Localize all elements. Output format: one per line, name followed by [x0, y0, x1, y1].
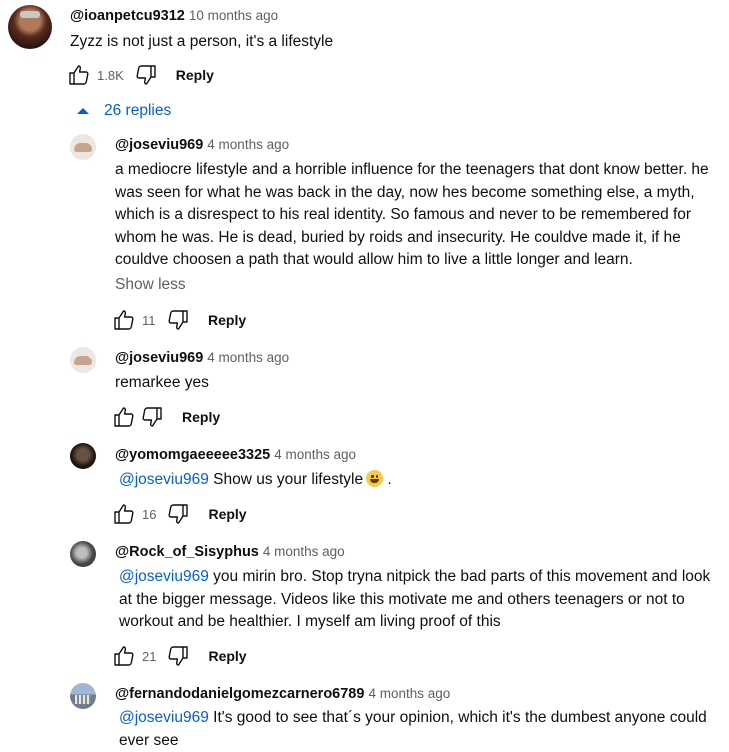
chevron-up-icon [77, 108, 89, 114]
timestamp[interactable]: 10 months ago [189, 8, 278, 23]
comment-header: @ioanpetcu9312 10 months ago [70, 7, 278, 25]
like-count: 1.8K [97, 67, 124, 83]
reply-header: @joseviu969 4 months ago [115, 349, 289, 367]
timestamp[interactable]: 4 months ago [263, 544, 345, 559]
timestamp[interactable]: 4 months ago [368, 686, 450, 701]
reply-text: @joseviu969 Show us your lifestyle . [119, 470, 392, 488]
reply-actions: Reply [112, 405, 220, 429]
thumb-up-icon[interactable] [112, 502, 136, 526]
author-handle[interactable]: @fernandodanielgomezcarnero6789 [115, 686, 364, 702]
author-handle[interactable]: @joseviu969 [115, 350, 203, 366]
reply-text: remarkee yes [115, 374, 209, 391]
reply-header: @fernandodanielgomezcarnero6789 4 months … [115, 685, 450, 703]
avatar[interactable] [70, 541, 96, 567]
thumb-up-icon[interactable] [112, 308, 136, 332]
author-handle[interactable]: @Rock_of_Sisyphus [115, 544, 259, 560]
timestamp[interactable]: 4 months ago [207, 350, 289, 365]
like-count: 16 [142, 506, 157, 522]
reply-button[interactable]: Reply [208, 312, 246, 328]
reply-button[interactable]: Reply [176, 67, 214, 83]
thumb-down-icon[interactable] [166, 502, 190, 526]
thumb-down-icon[interactable] [140, 405, 164, 429]
comment-actions: 1.8K Reply [67, 63, 214, 87]
reply-header: @yomomgaeeeee3325 4 months ago [115, 446, 356, 464]
reply-button[interactable]: Reply [208, 506, 246, 522]
grinning-face-emoji [366, 470, 384, 487]
thumb-down-icon[interactable] [166, 644, 190, 668]
like-count: 21 [142, 648, 157, 664]
mention-link[interactable]: @joseviu969 [119, 471, 209, 488]
comment-text: Zyzz is not just a person, it's a lifest… [70, 33, 334, 50]
reply-text: a mediocre lifestyle and a horrible infl… [115, 161, 709, 268]
reply-header: @joseviu969 4 months ago [115, 136, 289, 154]
timestamp[interactable]: 4 months ago [274, 447, 356, 462]
mention-link[interactable]: @joseviu969 [119, 709, 209, 726]
avatar[interactable] [70, 347, 96, 373]
avatar[interactable] [70, 443, 96, 469]
reply-actions: 21 Reply [112, 644, 247, 668]
author-handle[interactable]: @yomomgaeeeee3325 [115, 447, 270, 463]
thumb-down-icon[interactable] [134, 63, 158, 87]
reply-text: @joseviu969 It's good to see that´s your… [119, 709, 707, 749]
reply-actions: 16 Reply [112, 502, 247, 526]
reply-button[interactable]: Reply [208, 648, 246, 664]
show-less-button[interactable]: Show less [115, 276, 186, 294]
avatar[interactable] [8, 5, 52, 49]
avatar[interactable] [70, 134, 96, 160]
reply-header: @Rock_of_Sisyphus 4 months ago [115, 543, 345, 561]
mention-link[interactable]: @joseviu969 [119, 568, 209, 585]
reply-text: @joseviu969 you mirin bro. Stop tryna ni… [119, 568, 711, 630]
replies-count-label: 26 replies [104, 102, 172, 119]
timestamp[interactable]: 4 months ago [207, 137, 289, 152]
replies-toggle[interactable]: 26 replies [75, 102, 171, 120]
reply-button[interactable]: Reply [182, 409, 220, 425]
author-handle[interactable]: @ioanpetcu9312 [70, 8, 185, 24]
reply-actions: 11 Reply [112, 308, 246, 332]
thumb-up-icon[interactable] [67, 63, 91, 87]
thumb-up-icon[interactable] [112, 644, 136, 668]
author-handle[interactable]: @joseviu969 [115, 137, 203, 153]
avatar[interactable] [70, 683, 96, 709]
thumb-up-icon[interactable] [112, 405, 136, 429]
thumb-down-icon[interactable] [166, 308, 190, 332]
like-count: 11 [142, 312, 156, 328]
